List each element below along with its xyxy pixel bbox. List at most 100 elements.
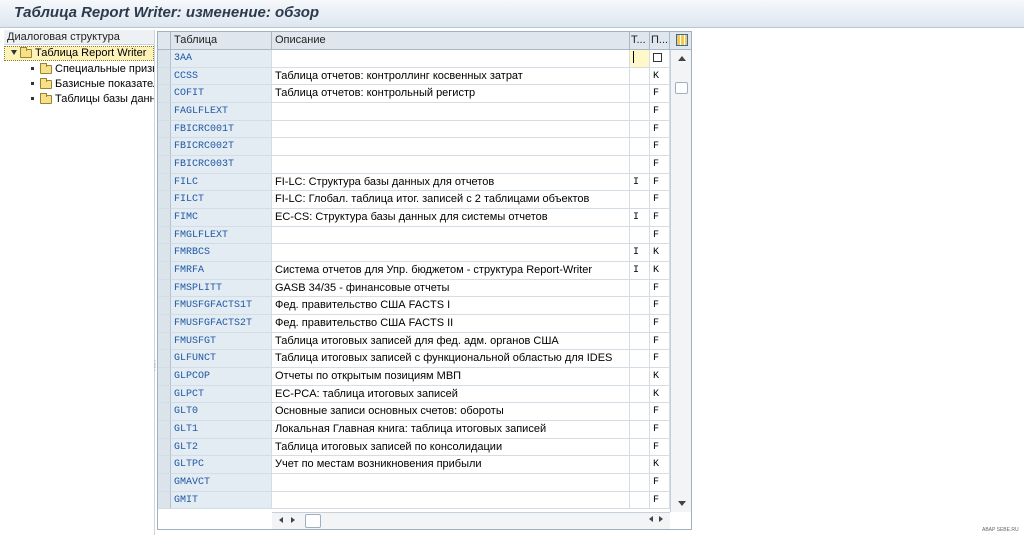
cell-description[interactable]: [272, 244, 630, 263]
column-header-table[interactable]: Таблица: [171, 32, 272, 49]
cell-p[interactable]: F: [650, 120, 670, 139]
cell-t[interactable]: [630, 138, 650, 156]
cell-table-name[interactable]: FIMC: [171, 209, 272, 227]
cell-t[interactable]: [630, 226, 650, 245]
row-selector[interactable]: [158, 315, 171, 333]
cell-description[interactable]: Учет по местам возникновения прибыли: [272, 456, 630, 475]
table-row[interactable]: 3AA: [158, 50, 691, 68]
cell-description[interactable]: Таблица отчетов: контрольный регистр: [272, 85, 630, 103]
cell-table-name[interactable]: FMGLFLEXT: [171, 226, 272, 245]
table-row[interactable]: FMRFA Система отчетов для Упр. бюджетом -…: [158, 262, 691, 280]
cell-table-name[interactable]: FMUSFGFACTS2T: [171, 315, 272, 333]
cell-description[interactable]: Фед. правительство США FACTS II: [272, 315, 630, 333]
table-row[interactable]: FMGLFLEXT F: [158, 226, 691, 245]
row-selector[interactable]: [158, 332, 171, 351]
cell-t[interactable]: [630, 438, 650, 457]
table-row[interactable]: FMUSFGFACTS1T Фед. правительство США FACT…: [158, 297, 691, 316]
cell-description[interactable]: FI-LC: Глобал. таблица итог. записей с 2…: [272, 191, 630, 210]
row-selector[interactable]: [158, 350, 171, 369]
row-selector[interactable]: [158, 491, 171, 510]
cell-description[interactable]: [272, 103, 630, 121]
row-selector[interactable]: [158, 50, 171, 68]
cell-table-name[interactable]: FILCT: [171, 191, 272, 210]
cell-t[interactable]: I: [630, 244, 650, 263]
row-selector[interactable]: [158, 209, 171, 227]
table-row[interactable]: GLT0 Основные записи основных счетов: обо…: [158, 403, 691, 422]
cell-table-name[interactable]: FMRFA: [171, 262, 272, 280]
cell-t[interactable]: I: [630, 209, 650, 227]
table-row[interactable]: GLPCT EC-PCA: таблица итоговых записей K: [158, 385, 691, 404]
table-row[interactable]: FILCT FI-LC: Глобал. таблица итог. записе…: [158, 191, 691, 210]
cell-t[interactable]: [630, 474, 650, 492]
cell-p[interactable]: F: [650, 474, 670, 492]
cell-t[interactable]: [630, 297, 650, 316]
row-selector[interactable]: [158, 120, 171, 139]
cell-table-name[interactable]: GLTPC: [171, 456, 272, 475]
cell-t[interactable]: [630, 491, 650, 510]
cell-p[interactable]: F: [650, 156, 670, 174]
cell-p[interactable]: K: [650, 244, 670, 263]
horizontal-scroll-thumb[interactable]: [305, 514, 321, 528]
table-row[interactable]: COFIT Таблица отчетов: контрольный регист…: [158, 85, 691, 103]
cell-table-name[interactable]: GLPCT: [171, 385, 272, 404]
tree-node-base-key-figures[interactable]: Базисные показател: [4, 77, 154, 92]
table-row[interactable]: FMRBCS I K: [158, 244, 691, 263]
cell-t[interactable]: [630, 103, 650, 121]
cell-table-name[interactable]: GLT2: [171, 438, 272, 457]
cell-description[interactable]: [272, 491, 630, 510]
cell-table-name[interactable]: FMUSFGFACTS1T: [171, 297, 272, 316]
row-selector[interactable]: [158, 244, 171, 263]
cell-table-name[interactable]: GMIT: [171, 491, 272, 510]
cell-p[interactable]: F: [650, 438, 670, 457]
cell-t[interactable]: [630, 85, 650, 103]
table-row[interactable]: GMIT F: [158, 491, 691, 510]
scroll-thumb[interactable]: [675, 82, 688, 94]
scroll-left-icon[interactable]: [279, 517, 283, 523]
row-selector[interactable]: [158, 279, 171, 298]
cell-p[interactable]: K: [650, 385, 670, 404]
cell-description[interactable]: Локальная Главная книга: таблица итоговы…: [272, 421, 630, 439]
column-header-t[interactable]: Т...: [630, 32, 650, 49]
cell-p[interactable]: F: [650, 138, 670, 156]
table-row[interactable]: FMUSFGFACTS2T Фед. правительство США FACT…: [158, 315, 691, 333]
cell-table-name[interactable]: FILC: [171, 173, 272, 192]
table-row[interactable]: CCSS Таблица отчетов: контроллинг косвенн…: [158, 67, 691, 86]
column-header-description[interactable]: Описание: [272, 32, 630, 49]
cell-t[interactable]: [630, 191, 650, 210]
row-selector[interactable]: [158, 421, 171, 439]
row-selector[interactable]: [158, 368, 171, 386]
tree-node-special-features[interactable]: Специальные призн: [4, 62, 154, 77]
cell-description[interactable]: [272, 138, 630, 156]
cell-description[interactable]: FI-LC: Структура базы данных для отчетов: [272, 173, 630, 192]
row-selector[interactable]: [158, 67, 171, 86]
cell-table-name[interactable]: COFIT: [171, 85, 272, 103]
cell-table-name[interactable]: FBICRC003T: [171, 156, 272, 174]
cell-table-name[interactable]: GLT1: [171, 421, 272, 439]
row-selector[interactable]: [158, 297, 171, 316]
cell-t[interactable]: [630, 332, 650, 351]
cell-table-name[interactable]: FMSPLITT: [171, 279, 272, 298]
cell-table-name[interactable]: FMUSFGT: [171, 332, 272, 351]
cell-table-name[interactable]: CCSS: [171, 67, 272, 86]
cell-table-name[interactable]: FMRBCS: [171, 244, 272, 263]
cell-t[interactable]: [630, 385, 650, 404]
cell-table-name[interactable]: GLPCOP: [171, 368, 272, 386]
cell-p[interactable]: F: [650, 491, 670, 510]
cell-t[interactable]: [630, 350, 650, 369]
table-row[interactable]: FMSPLITT GASB 34/35 - финансовые отчеты F: [158, 279, 691, 298]
cell-description[interactable]: [272, 156, 630, 174]
cell-description[interactable]: Таблица отчетов: контроллинг косвенных з…: [272, 67, 630, 86]
cell-t[interactable]: [630, 456, 650, 475]
tree-node-report-writer-table[interactable]: Таблица Report Writer: [4, 46, 154, 61]
cell-p[interactable]: F: [650, 421, 670, 439]
cell-description[interactable]: Отчеты по открытым позициям МВП: [272, 368, 630, 386]
cell-description[interactable]: Таблица итоговых записей с функционально…: [272, 350, 630, 369]
value-help-icon[interactable]: [653, 53, 662, 62]
row-selector[interactable]: [158, 403, 171, 422]
horizontal-scrollbar[interactable]: [272, 512, 670, 529]
cell-p[interactable]: K: [650, 67, 670, 86]
cell-p[interactable]: [650, 50, 670, 68]
cell-t[interactable]: I: [630, 173, 650, 192]
cell-description[interactable]: EC-PCA: таблица итоговых записей: [272, 385, 630, 404]
cell-p[interactable]: F: [650, 173, 670, 192]
